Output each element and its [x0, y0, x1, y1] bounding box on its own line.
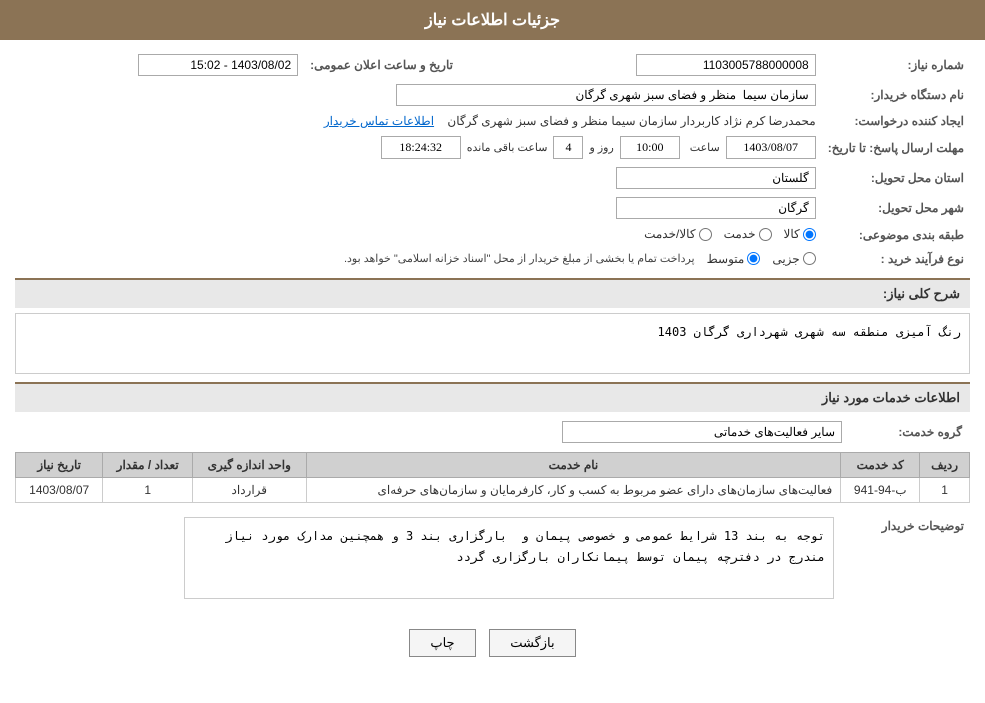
general-desc-wrapper	[15, 313, 970, 374]
announce-date-label: تاریخ و ساعت اعلان عمومی:	[304, 50, 459, 80]
days-input	[553, 136, 583, 159]
service-group-input[interactable]	[562, 421, 842, 443]
buttons-row: بازگشت چاپ	[15, 614, 970, 672]
col-date: تاریخ نیاز	[16, 452, 103, 477]
time-label: ساعت	[690, 141, 720, 154]
process-label: نوع فرآیند خرید :	[822, 248, 970, 270]
general-desc-section-header: شرح کلی نیاز:	[15, 278, 970, 308]
services-label: اطلاعات خدمات مورد نیاز	[822, 390, 960, 405]
process-jozii-option[interactable]: جزیی	[772, 252, 815, 266]
general-desc-textarea[interactable]	[15, 313, 970, 374]
col-unit: واحد اندازه گیری	[192, 452, 306, 477]
back-button[interactable]: بازگشت	[489, 629, 575, 657]
deadline-label: مهلت ارسال پاسخ: تا تاریخ:	[822, 132, 970, 163]
col-qty: تعداد / مقدار	[103, 452, 193, 477]
services-section-header: اطلاعات خدمات مورد نیاز	[15, 382, 970, 412]
page-title: جزئیات اطلاعات نیاز	[425, 12, 560, 29]
date-input	[726, 136, 816, 159]
services-table: ردیف کد خدمت نام خدمت واحد اندازه گیری ت…	[15, 452, 970, 503]
need-number-label: شماره نیاز:	[822, 50, 970, 80]
buyer-org-label: نام دستگاه خریدار:	[822, 80, 970, 110]
col-row: ردیف	[920, 452, 970, 477]
col-code: کد خدمت	[841, 452, 920, 477]
cell-unit: قرارداد	[192, 477, 306, 502]
creator-label: ایجاد کننده درخواست:	[822, 110, 970, 132]
general-desc-label: شرح کلی نیاز:	[883, 286, 960, 301]
process-note: پرداخت تمام یا بخشی از مبلغ خریدار از مح…	[344, 252, 695, 265]
creator-link[interactable]: اطلاعات تماس خریدار	[324, 114, 434, 128]
cell-date: 1403/08/07	[16, 477, 103, 502]
time-input	[620, 136, 680, 159]
page-header: جزئیات اطلاعات نیاز	[0, 0, 985, 40]
category-label: طبقه بندی موضوعی:	[822, 223, 970, 248]
announce-date-input[interactable]	[138, 54, 298, 76]
city-label: شهر محل تحویل:	[822, 193, 970, 223]
col-name: نام خدمت	[306, 452, 841, 477]
table-row: 1 ب-94-941 فعالیت‌های سازمان‌های دارای ع…	[16, 477, 970, 502]
process-radio-group: جزیی متوسط	[707, 252, 816, 266]
city-input[interactable]	[616, 197, 816, 219]
cell-qty: 1	[103, 477, 193, 502]
days-label: روز و	[589, 141, 613, 154]
cell-name: فعالیت‌های سازمان‌های دارای عضو مربوط به…	[306, 477, 841, 502]
buyer-org-input[interactable]	[396, 84, 816, 106]
process-motevaset-option[interactable]: متوسط	[707, 252, 761, 266]
print-button[interactable]: چاپ	[409, 629, 475, 657]
remaining-label: ساعت باقی مانده	[467, 141, 548, 154]
category-khedmat-option[interactable]: خدمت	[724, 227, 772, 241]
creator-value: محمدرضا کرم نژاد کاربردار سازمان سیما من…	[447, 114, 815, 128]
category-kala-khedmat-option[interactable]: کالا/خدمت	[644, 227, 711, 241]
category-radio-group: کالا خدمت کالا/خدمت	[644, 227, 816, 241]
buyer-notes-label: توضیحات خریدار	[840, 513, 970, 607]
province-input[interactable]	[616, 167, 816, 189]
cell-code: ب-94-941	[841, 477, 920, 502]
province-label: استان محل تحویل:	[822, 163, 970, 193]
cell-row: 1	[920, 477, 970, 502]
remaining-time-input	[381, 136, 461, 159]
need-number-input[interactable]	[636, 54, 816, 76]
category-kala-option[interactable]: کالا	[784, 227, 816, 241]
service-group-label: گروه خدمت:	[850, 417, 970, 447]
buyer-notes-textarea[interactable]	[184, 517, 834, 600]
